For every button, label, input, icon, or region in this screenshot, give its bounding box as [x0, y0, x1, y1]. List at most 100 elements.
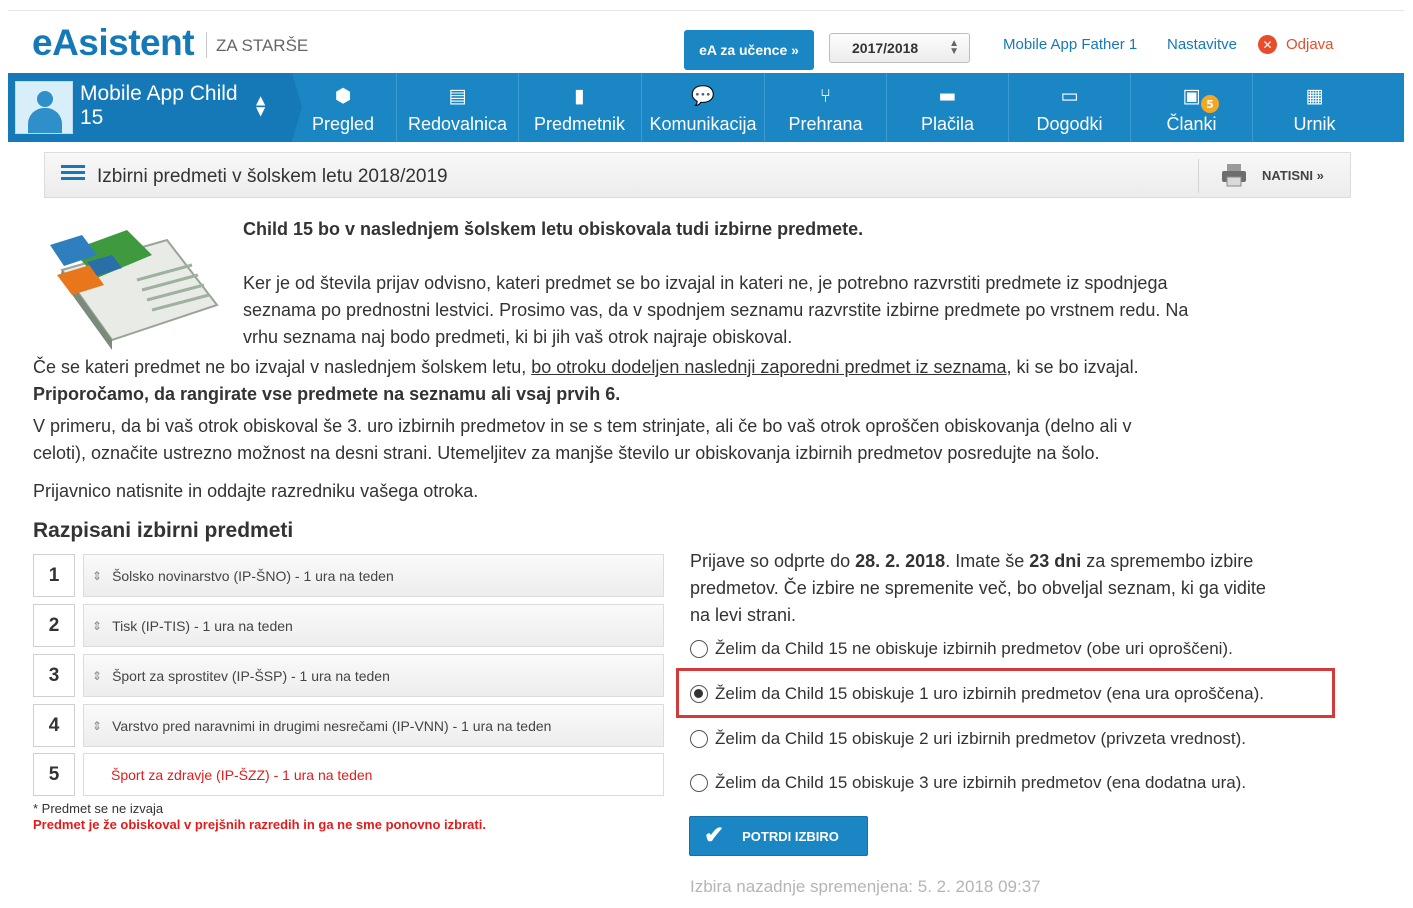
subject-rank: 2 [33, 604, 75, 647]
deadline-line-2: predmetov. Če izbire ne spremenite več, … [690, 578, 1266, 598]
nav-label: Predmetnik [533, 114, 626, 134]
ea-students-button[interactable]: eA za učence » [684, 30, 814, 70]
chat-icon: 💬 [691, 85, 715, 107]
radio-button[interactable] [690, 640, 708, 658]
nav-pregled[interactable]: ⬢ Pregled [282, 73, 404, 142]
logout-link[interactable]: Odjava [1286, 36, 1334, 53]
child-switcher[interactable]: Mobile App Child 15 ▲ ▼ [8, 73, 292, 142]
deadline-date: 28. 2. 2018 [855, 551, 946, 571]
select-arrows-icon: ▲ ▼ [949, 38, 959, 57]
book-icon: ▮ [574, 85, 585, 107]
articles-badge: 5 [1201, 95, 1219, 113]
intro-line-1: Ker je od števila prijav odvisno, kateri… [243, 273, 1168, 293]
option-one-hour[interactable]: Želim da Child 15 obiskuje 1 uro izbirni… [690, 681, 1264, 707]
subject-item-disabled: Šport za zdravje (IP-ŠZZ) - 1 ura na ted… [83, 753, 664, 796]
legend-already-attended: Predmet je že obiskoval v prejšnih razre… [33, 817, 486, 832]
subject-name: Šport za sprostitev (IP-ŠSP) - 1 ura na … [112, 667, 390, 684]
option-three-hours[interactable]: Želim da Child 15 obiskuje 3 ure izbirni… [690, 770, 1246, 796]
nav-urnik[interactable]: ▦ Urnik [1252, 73, 1376, 142]
nav-label: Urnik [1293, 114, 1336, 134]
options-line-2: celoti), označite ustrezno možnost na de… [33, 443, 1100, 463]
option-label: Želim da Child 15 ne obiskuje izbirnih p… [715, 639, 1233, 658]
print-button[interactable]: NATISNI » [1262, 168, 1324, 183]
radio-button[interactable] [690, 774, 708, 792]
list-icon [61, 165, 85, 185]
calendar-icon: ▦ [1305, 85, 1324, 107]
fallback-text-end: , ki se bo izvajal. [1006, 357, 1139, 377]
option-label: Želim da Child 15 obiskuje 1 uro izbirni… [715, 684, 1265, 703]
subject-rank: 5 [33, 753, 75, 796]
option-two-hours[interactable]: Želim da Child 15 obiskuje 2 uri izbirni… [690, 726, 1246, 752]
fallback-underlined: bo otroku dodeljen naslednji zaporedni p… [531, 357, 1007, 377]
nav-label: Plačila [920, 114, 975, 134]
subject-rank: 4 [33, 704, 75, 747]
nav-label: Komunikacija [649, 114, 757, 134]
deadline-text: . Imate še [945, 551, 1030, 571]
last-changed-info: Izbira nazadnje spremenjena: 5. 2. 2018 … [690, 877, 1041, 896]
child-name: Mobile App Child 15 [80, 82, 238, 129]
nav-komunikacija[interactable]: 💬 Komunikacija [641, 73, 764, 142]
subject-rank: 3 [33, 654, 75, 697]
gradebook-icon: ▤ [448, 85, 467, 107]
nav-clanki[interactable]: ▣ 5 Članki [1130, 73, 1252, 142]
check-icon: ✔ [704, 822, 725, 849]
switch-child-icon[interactable]: ▲ ▼ [256, 94, 265, 117]
confirm-selection-button[interactable]: ✔ POTRDI IZBIRO [689, 816, 868, 856]
settings-link[interactable]: Nastavitve [1167, 36, 1237, 53]
app-logo[interactable]: eAsistent [32, 22, 195, 64]
nav-label: Redovalnica [407, 114, 508, 134]
intro-heading: Child 15 bo v naslednjem šolskem letu ob… [243, 219, 864, 239]
days-remaining: 23 dni [1029, 551, 1082, 571]
nav-redovalnica[interactable]: ▤ Redovalnica [396, 73, 518, 142]
logo-divider [206, 32, 207, 58]
nav-label: Članki [1166, 114, 1217, 134]
section-title: Izbirni predmeti v šolskem letu 2018/201… [97, 166, 448, 187]
options-line-1: V primeru, da bi vaš otrok obiskoval še … [33, 416, 1132, 436]
deadline-line-3: na levi strani. [690, 605, 797, 625]
logout-icon[interactable]: ✕ [1258, 35, 1277, 54]
logo-subtitle: ZA STARŠE [216, 36, 309, 55]
drag-handle-icon[interactable]: ⇕ [92, 569, 102, 583]
subject-item[interactable]: ⇕ Šolsko novinarstvo (IP-ŠNO) - 1 ura na … [83, 554, 664, 597]
radio-button[interactable] [690, 730, 708, 748]
section-header: Izbirni predmeti v šolskem letu 2018/201… [44, 152, 1351, 198]
deadline-text: za spremembo izbire [1081, 551, 1254, 571]
recommendation-text: Priporočamo, da rangirate vse predmete n… [33, 384, 621, 404]
option-no-electives[interactable]: Želim da Child 15 ne obiskuje izbirnih p… [690, 636, 1233, 662]
user-profile-link[interactable]: Mobile App Father 1 [1003, 36, 1137, 53]
confirm-label: POTRDI IZBIRO [742, 828, 839, 844]
child-avatar [15, 81, 73, 134]
nav-label: Dogodki [1036, 114, 1103, 134]
nav-prehrana[interactable]: ⑂ Prehrana [764, 73, 886, 142]
ticket-icon: ▭ [1060, 85, 1079, 107]
drag-handle-icon[interactable]: ⇕ [92, 719, 102, 733]
articles-icon: ▣ [1182, 85, 1201, 107]
nav-placila[interactable]: ▬ Plačila [886, 73, 1008, 142]
school-year-value: 2017/2018 [852, 40, 919, 56]
subject-item[interactable]: ⇕ Varstvo pred naravnimi in drugimi nesre… [83, 704, 664, 747]
fallback-text: Če se kateri predmet ne bo izvajal v nas… [33, 357, 532, 377]
print-instruction: Prijavnico natisnite in oddajte razredni… [33, 481, 479, 501]
subject-item[interactable]: ⇕ Šport za sprostitev (IP-ŠSP) - 1 ura na… [83, 654, 664, 697]
main-nav: Mobile App Child 15 ▲ ▼ ⬢ Pregled ▤ Redov… [8, 73, 1404, 142]
nav-dogodki[interactable]: ▭ Dogodki [1008, 73, 1130, 142]
intro-line-2: seznama po prednostni lestvici. Prosimo … [243, 300, 1189, 320]
option-label: Želim da Child 15 obiskuje 3 ure izbirni… [715, 773, 1247, 792]
subject-item[interactable]: ⇕ Tisk (IP-TIS) - 1 ura na teden [83, 604, 664, 647]
nav-predmetnik[interactable]: ▮ Predmetnik [518, 73, 640, 142]
drag-handle-icon[interactable]: ⇕ [92, 619, 102, 633]
deadline-line-1: Prijave so odprte do 28. 2. 2018. Imate … [690, 548, 1253, 575]
print-divider [1198, 159, 1199, 193]
card-icon: ▬ [938, 85, 957, 107]
radio-button-selected[interactable] [690, 685, 708, 703]
subject-name: Šolsko novinarstvo (IP-ŠNO) - 1 ura na t… [112, 567, 394, 584]
option-label: Želim da Child 15 obiskuje 2 uri izbirni… [715, 729, 1247, 748]
elective-subjects-illustration [50, 230, 219, 350]
printer-icon[interactable] [1220, 163, 1248, 187]
legend-not-offered: * Predmet se ne izvaja [33, 801, 164, 816]
drag-handle-icon[interactable]: ⇕ [92, 669, 102, 683]
nav-label: Pregled [311, 114, 375, 134]
nav-label: Prehrana [788, 114, 863, 134]
school-year-select[interactable]: 2017/2018 ▲ ▼ [829, 33, 970, 63]
subject-name: Varstvo pred naravnimi in drugimi nesreč… [112, 717, 552, 734]
